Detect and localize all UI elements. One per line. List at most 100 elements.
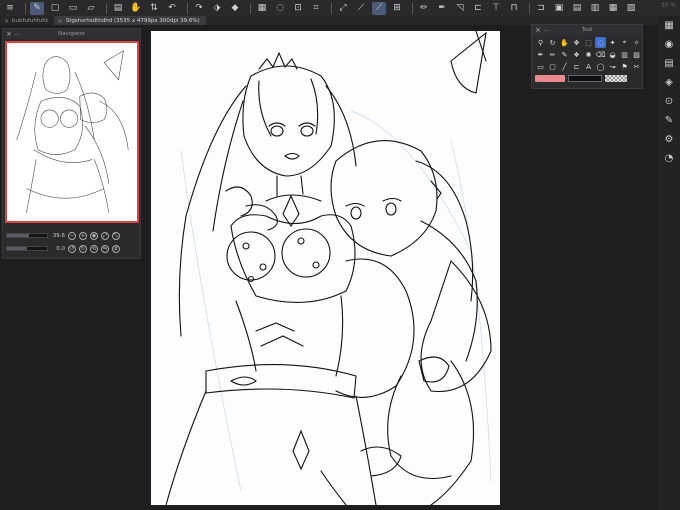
reset-rotate-icon[interactable]: ⟲ [90, 244, 98, 253]
hamburger-menu-icon[interactable]: ≡ [3, 2, 17, 15]
tab-document-2[interactable]: × Stgshsrhsdthdhd (3535 x 4799px 300dpi … [53, 16, 206, 25]
fill-tool-icon[interactable]: ▥ [619, 49, 630, 60]
text-icon[interactable]: A [583, 61, 594, 72]
lasso-tool-icon[interactable]: ◌ [595, 37, 606, 48]
other-icon[interactable]: ✂ [631, 61, 642, 72]
tab-label: bubfufuhfufd [12, 18, 48, 24]
ruler-tool-icon[interactable]: ⊏ [571, 61, 582, 72]
reference-icon[interactable]: ⊐ [534, 2, 548, 15]
pencil-tool-icon[interactable]: ✏ [547, 49, 558, 60]
ruler-icon[interactable]: ⟋ [354, 2, 368, 15]
close-tab-icon[interactable]: × [4, 18, 9, 25]
frame-border-icon[interactable]: ▢ [547, 61, 558, 72]
tab-label: Stgshsrhsdthdhd (3535 x 4799px 300dpi 39… [65, 18, 200, 24]
new-file-icon[interactable]: ▭ [66, 2, 80, 15]
pen-tool-icon[interactable]: ✒ [535, 49, 546, 60]
auto-select-icon[interactable]: ✦ [607, 37, 618, 48]
crop-icon[interactable]: ⌗ [309, 2, 323, 15]
zoom-in-icon[interactable]: + [79, 231, 87, 240]
layer-mask-icon[interactable]: ▦ [606, 2, 620, 15]
zoom-icon[interactable]: ⚲ [535, 37, 546, 48]
layer-merge-icon[interactable]: ▥ [588, 2, 602, 15]
main-color-swatch[interactable] [535, 75, 565, 82]
actual-size-icon[interactable]: ◉ [90, 231, 98, 240]
tool-grid: ⚲ ↻ ✋ ✥ ⬚ ◌ ✦ ⌖ ✧ ✒ ✏ ✎ ❖ ✺ ⌫ ◒ ▥ ▧ ▭ ▢ ╱ ⊏ A ◯ ↝ ⚑ ✂ [532, 35, 642, 74]
navigator-thumbnail [16, 50, 129, 213]
tab-document-1[interactable]: × bubfufuhfufd [0, 16, 54, 25]
flip-horizontal-icon[interactable]: ⇋ [101, 244, 109, 253]
flip-vertical-icon[interactable]: ⇵ [112, 244, 120, 253]
pen-mode-icon[interactable]: ✎ [30, 1, 44, 15]
snap-icon[interactable]: ⊤ [489, 2, 503, 15]
navigator-controls: 39.6 − + ◉ ⤢ ⤡ 0.0 ↺ ↻ ⟲ ⇋ ⇵ [5, 229, 139, 257]
magic-icon[interactable]: ✧ [631, 37, 642, 48]
search-icon[interactable]: ⊙ [658, 92, 680, 111]
navigator-preview[interactable] [5, 41, 139, 223]
correct-line-icon[interactable]: ↝ [607, 61, 618, 72]
save-icon[interactable]: ▤ [111, 2, 125, 15]
brush-icon[interactable]: ✎ [559, 49, 570, 60]
airbrush-icon[interactable]: ❖ [571, 49, 582, 60]
rotate-slider[interactable] [6, 246, 48, 251]
line-icon[interactable]: ╱ [559, 61, 570, 72]
flag-icon[interactable]: ⚑ [619, 61, 630, 72]
sub-color-swatch[interactable] [568, 75, 602, 82]
layer-paste-icon[interactable]: ▤ [570, 2, 584, 15]
transparent-color-swatch[interactable] [605, 75, 627, 82]
lasso-icon[interactable]: ◌ [273, 2, 287, 15]
blend-icon[interactable]: ◒ [607, 49, 618, 60]
invert-select-icon[interactable]: ⊡ [291, 2, 305, 15]
fill-icon[interactable]: ◆ [228, 2, 242, 15]
transform-icon[interactable]: ⤢ [336, 2, 350, 15]
fit-screen-icon[interactable]: ⤢ [101, 231, 109, 240]
clear-icon[interactable]: ⬗ [210, 2, 224, 15]
zoom-slider[interactable] [6, 233, 48, 238]
rotate-right-icon[interactable]: ↻ [79, 244, 87, 253]
navigator-title: Navigator [58, 31, 85, 37]
perspective-icon[interactable]: ◹ [453, 2, 467, 15]
sub-tool-icon[interactable]: ✎ [658, 111, 680, 130]
layer-delete-icon[interactable]: ▧ [624, 2, 638, 15]
tool-panel-title: Tool [581, 27, 593, 33]
zoom-out-icon[interactable]: − [68, 231, 76, 240]
redo-icon[interactable]: ↷ [192, 2, 206, 15]
material-icon[interactable]: ▤ [658, 54, 680, 73]
pencil-icon[interactable]: ✏ [417, 2, 431, 15]
layer-property-icon[interactable]: ▦ [658, 16, 680, 35]
drawing-canvas[interactable] [151, 31, 500, 505]
frame-icon[interactable]: ⊏ [471, 2, 485, 15]
pen-icon[interactable]: ✒ [435, 2, 449, 15]
layout-icon[interactable]: ▢ [48, 2, 62, 15]
undo-icon[interactable]: ↶ [165, 2, 179, 15]
open-folder-icon[interactable]: ▱ [84, 2, 98, 15]
flip-icon[interactable]: ⇅ [147, 2, 161, 15]
balloon-icon[interactable]: ◯ [595, 61, 606, 72]
hand-icon[interactable]: ✋ [129, 2, 143, 15]
move-icon[interactable]: ✥ [571, 37, 582, 48]
hand-tool-icon[interactable]: ✋ [559, 37, 570, 48]
rotate-left-icon[interactable]: ↺ [68, 244, 76, 253]
corner-status: 30 % [660, 2, 676, 9]
toolbar-separator [106, 2, 107, 14]
brush-size-icon[interactable]: ◔ [658, 149, 680, 168]
rotate-view-icon[interactable]: ↻ [547, 37, 558, 48]
close-tab-icon[interactable]: × [58, 18, 63, 25]
tool-panel: × … Tool ⚲ ↻ ✋ ✥ ⬚ ◌ ✦ ⌖ ✧ ✒ ✏ ✎ ❖ ✺ ⌫ ◒ ▥ ▧ ▭ ▢ ╱ ⊏ A ◯ ↝ ⚑ ✂ [531, 24, 643, 89]
decoration-icon[interactable]: ✺ [583, 49, 594, 60]
fit-window-icon[interactable]: ⤡ [112, 231, 120, 240]
marquee-icon[interactable]: ⬚ [583, 37, 594, 48]
gradient-icon[interactable]: ▧ [631, 49, 642, 60]
snap-ruler-icon[interactable]: ⟋ [372, 1, 386, 15]
layer-copy-icon[interactable]: ▣ [552, 2, 566, 15]
layer-icon[interactable]: ◈ [658, 73, 680, 92]
figure-icon[interactable]: ▭ [535, 61, 546, 72]
color-wheel-icon[interactable]: ◉ [658, 35, 680, 54]
tool-property-icon[interactable]: ⚙ [658, 130, 680, 149]
toolbar-separator [250, 2, 251, 14]
select-all-icon[interactable]: ▦ [255, 2, 269, 15]
tool-panel-header: × … Tool [532, 25, 642, 35]
grid-icon[interactable]: ⊞ [390, 2, 404, 15]
guide-icon[interactable]: ⊓ [507, 2, 521, 15]
eraser-icon[interactable]: ⌫ [595, 49, 606, 60]
eyedropper-icon[interactable]: ⌖ [619, 37, 630, 48]
